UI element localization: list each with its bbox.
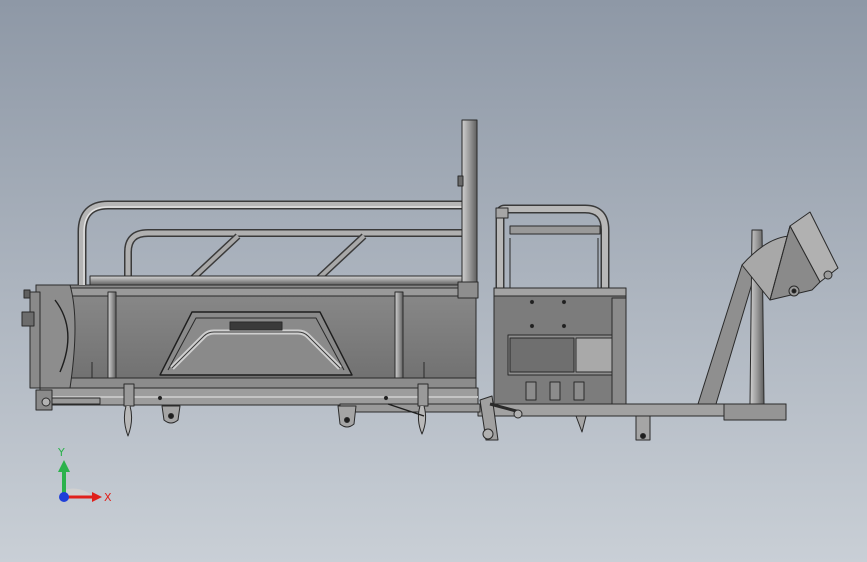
tie-down-hook-left bbox=[123, 383, 135, 437]
y-axis-arrowhead bbox=[58, 460, 70, 472]
x-axis-label: X bbox=[104, 491, 112, 504]
axis-triad[interactable]: Y X bbox=[57, 446, 112, 504]
seat-box bbox=[493, 287, 627, 409]
z-axis-dot bbox=[59, 492, 69, 502]
y-axis-label: Y bbox=[57, 446, 65, 459]
x-axis-arrowhead bbox=[92, 492, 102, 502]
front-column-frame bbox=[697, 211, 839, 405]
bolt-hole bbox=[383, 395, 389, 401]
chassis-rail bbox=[39, 387, 787, 421]
cab-roll-frame bbox=[495, 204, 610, 290]
cad-viewport[interactable]: Y X bbox=[0, 0, 867, 562]
rear-roll-rail bbox=[77, 119, 479, 299]
vehicle-frame-drawing: Y X bbox=[21, 119, 839, 504]
bed-emboss-pattern bbox=[159, 311, 353, 376]
bolt-hole bbox=[157, 395, 163, 401]
